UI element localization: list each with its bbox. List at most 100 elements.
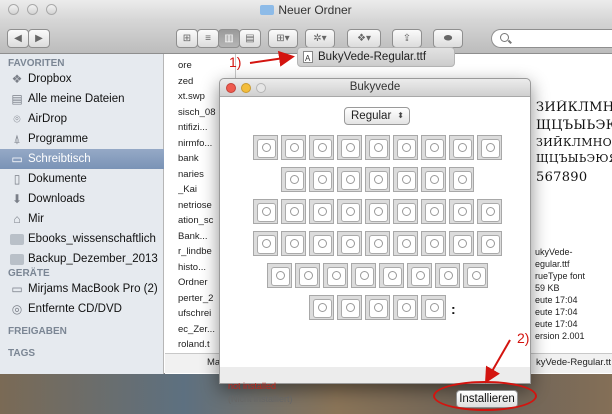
missing-glyph-icon [449,231,474,256]
font-preview-line: ЩЦЪЫЬЭЮЯ [536,152,612,165]
action-gear-button[interactable]: ✲▾ [305,29,335,48]
file-info-version: ersion 2.001 [535,331,585,341]
install-status-german: (Nicht installiert) [228,394,293,404]
missing-glyph-icon [351,263,376,288]
sidebar-item-desktop[interactable]: ▭ Schreibtisch [0,149,164,169]
coverflow-view-button[interactable]: ▤ [239,29,261,48]
sidebar-item-macbook[interactable]: ▭ Mirjams MacBook Pro (2) [0,279,164,299]
sidebar-item-documents[interactable]: ▯ Dokumente [0,169,164,189]
missing-glyph-icon [435,263,460,288]
missing-glyph-icon [365,295,390,320]
missing-glyph-icon [449,135,474,160]
missing-glyph-icon [337,199,362,224]
missing-glyph-icon [407,263,432,288]
back-button[interactable]: ◀ [7,29,29,48]
glyph-preview-grid: : [220,97,530,367]
documents-icon: ▯ [13,172,21,186]
downloads-icon: ⬇ [11,192,23,206]
missing-glyph-icon [337,135,362,160]
finder-titlebar: Neuer Ordner [0,0,612,20]
search-icon [500,33,509,42]
arrange-button[interactable]: ⊞▾ [268,29,298,48]
dropbox-toolbar-button[interactable]: ❖▾ [347,29,381,48]
all-files-icon: ▤ [11,92,23,106]
font-preview-line: ЗИЙКЛМНОП [536,100,612,115]
missing-glyph-icon [309,231,334,256]
sidebar-item-remote-disc[interactable]: ◎ Entfernte CD/DVD [0,299,164,319]
font-preview-line: ЩЦЪЫЬЭЮЯ [536,118,612,133]
sidebar-heading-shared: FREIGABEN [8,326,67,337]
missing-glyph-icon [463,263,488,288]
file-info-name: ukyVede- [535,247,573,257]
missing-glyph-icon [421,135,446,160]
sidebar-item-ebooks-folder[interactable]: Ebooks_wissenschaftlich [0,229,164,249]
missing-glyph-icon [309,199,334,224]
missing-glyph-icon [393,135,418,160]
share-button[interactable]: ⇪ [392,29,422,48]
annotation-step-1: 1) [229,54,242,70]
list-view-button[interactable]: ≡ [197,29,219,48]
missing-glyph-icon [477,231,502,256]
icon-view-button[interactable]: ⊞ [176,29,198,48]
path-bar-item[interactable]: kyVede-Regular.tt [536,357,611,368]
glyph-trailing-character: : [451,301,456,317]
home-icon: ⌂ [13,212,21,226]
missing-glyph-icon [281,135,306,160]
missing-glyph-icon [309,167,334,192]
sidebar-item-applications[interactable]: ⍋ Programme [0,129,164,149]
disc-icon: ◎ [11,302,23,316]
laptop-icon: ▭ [11,282,23,296]
font-preview-line: 567890 [536,170,588,185]
missing-glyph-icon [295,263,320,288]
sidebar-item-airdrop[interactable]: ⌾ AirDrop [0,109,164,129]
missing-glyph-icon [337,167,362,192]
folder-icon [260,5,275,15]
file-list-item[interactable]: ore [178,59,235,72]
search-field[interactable] [491,29,612,48]
selected-file[interactable]: BukyVede-Regular.ttf [297,47,455,68]
missing-glyph-icon [477,199,502,224]
missing-glyph-icon [253,199,278,224]
tags-button[interactable]: ⬬ [433,29,463,48]
missing-glyph-icon [281,231,306,256]
sidebar-heading-tags: TAGS [8,348,36,359]
missing-glyph-icon [281,199,306,224]
sidebar-heading-favorites: FAVORITEN [8,58,65,69]
missing-glyph-icon [337,231,362,256]
desktop-icon: ▭ [11,152,23,166]
file-info-created: eute 17:04 [535,295,578,305]
annotation-highlight-ellipse [433,381,537,411]
applications-icon: ⍋ [13,132,21,146]
sidebar-item-dropbox[interactable]: ❖ Dropbox [0,69,164,89]
missing-glyph-icon [323,263,348,288]
font-file-icon [303,50,313,68]
missing-glyph-icon [393,295,418,320]
missing-glyph-icon [449,167,474,192]
sidebar-item-all-files[interactable]: ▤ Alle meine Dateien [0,89,164,109]
sidebar-item-downloads[interactable]: ⬇ Downloads [0,189,164,209]
font-install-dialog: Bukyvede Regular ⬍ : not installed (Nich… [219,78,531,404]
forward-button[interactable]: ▶ [28,29,50,48]
sidebar-item-backup-folder[interactable]: Backup_Dezember_2013 [0,249,164,269]
missing-glyph-icon [393,167,418,192]
missing-glyph-icon [365,231,390,256]
dropbox-icon: ❖ [11,72,23,86]
missing-glyph-icon [337,295,362,320]
missing-glyph-icon [365,199,390,224]
missing-glyph-icon [309,295,334,320]
dialog-title: Bukyvede [349,81,401,93]
sidebar-heading-devices: GERÄTE [8,268,50,279]
dialog-titlebar: Bukyvede [220,79,530,97]
install-status: not installed [228,381,277,391]
missing-glyph-icon [393,231,418,256]
folder-icon [10,252,24,266]
sidebar: FAVORITEN ❖ Dropbox ▤ Alle meine Dateien ⌾… [0,54,164,374]
file-info-size: 59 KB [535,283,560,293]
missing-glyph-icon [365,167,390,192]
sidebar-item-home[interactable]: ⌂ Mir [0,209,164,229]
column-view-button[interactable]: ▥ [218,29,240,48]
missing-glyph-icon [281,167,306,192]
missing-glyph-icon [309,135,334,160]
missing-glyph-icon [393,199,418,224]
folder-icon [10,232,24,246]
